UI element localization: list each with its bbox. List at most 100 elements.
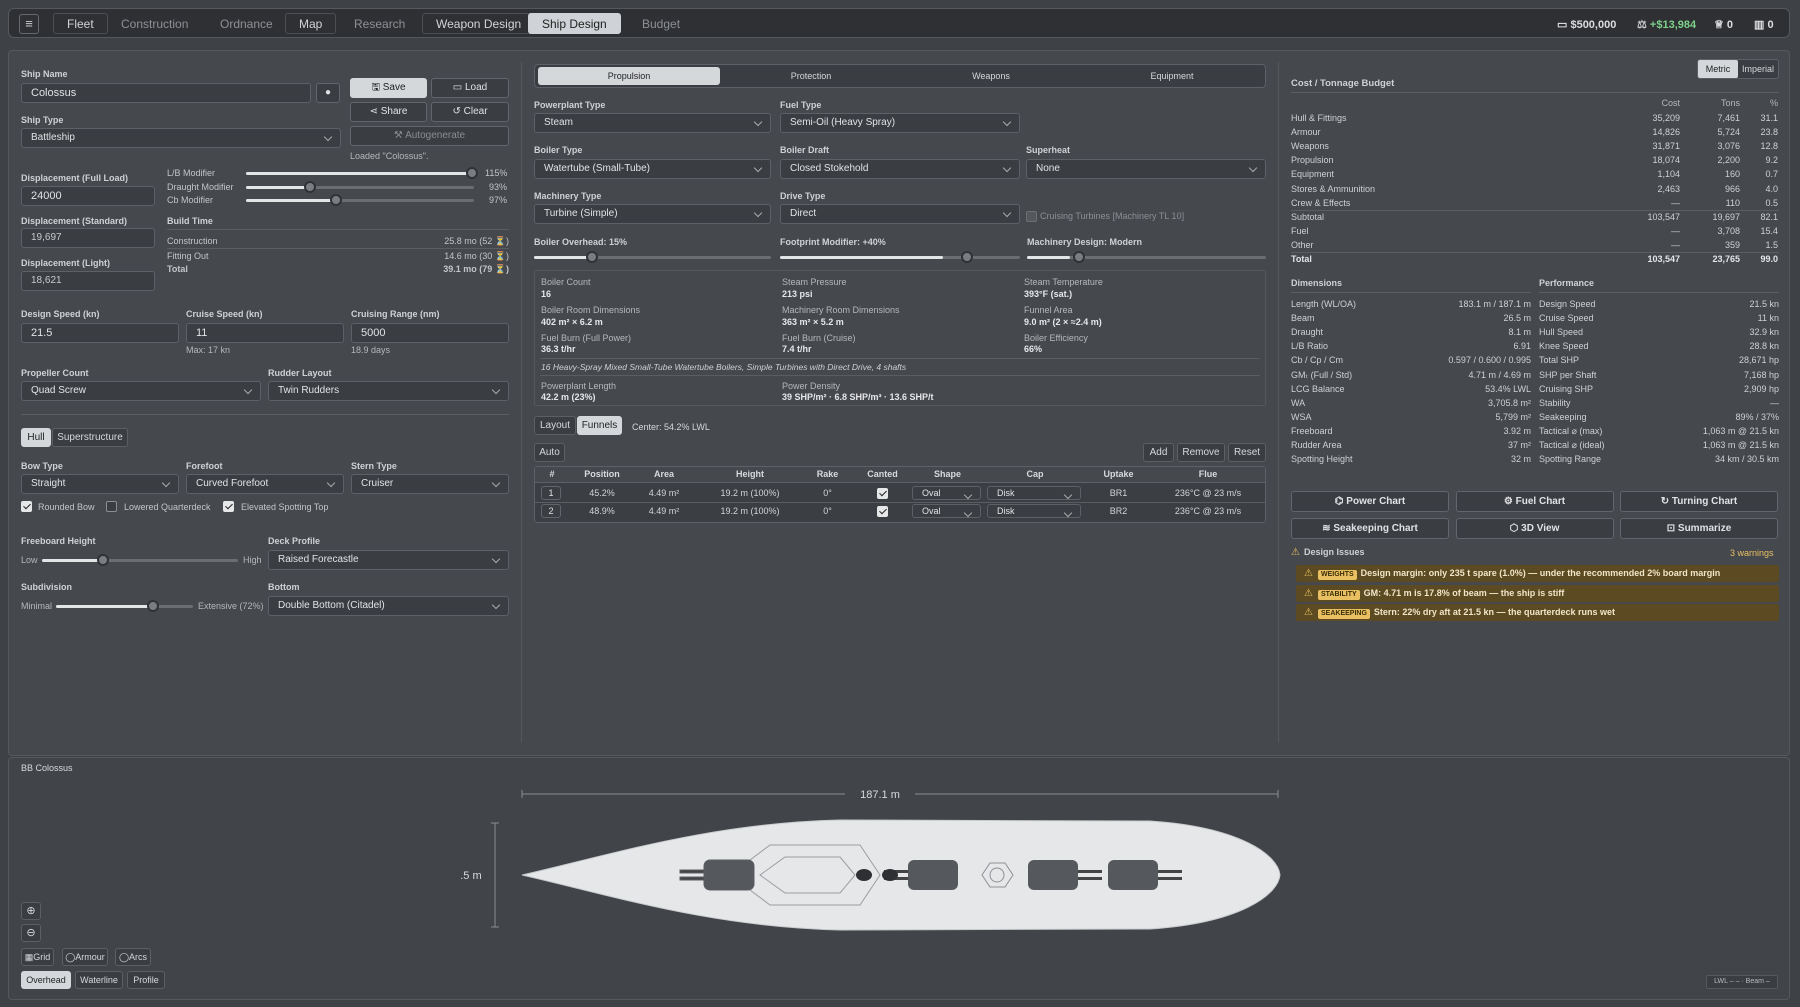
- cap-select[interactable]: Disk: [987, 486, 1081, 500]
- rounded-bow-checkbox[interactable]: [21, 501, 32, 512]
- tab-fleet[interactable]: Fleet: [53, 13, 108, 34]
- boiler-select[interactable]: Watertube (Small-Tube): [534, 159, 771, 179]
- disp-full-input[interactable]: 24000: [21, 186, 155, 206]
- zoom-in-icon[interactable]: ⊕: [21, 902, 41, 920]
- save-icon: 🖫: [371, 82, 383, 93]
- cruising-turbines-checkbox[interactable]: [1026, 211, 1037, 222]
- dimension-value: 26.5 m: [1503, 313, 1531, 324]
- elevated-top-checkbox[interactable]: [223, 501, 234, 512]
- shape-select[interactable]: Oval: [912, 504, 981, 518]
- overhead-slider[interactable]: [534, 251, 771, 263]
- cb-value: 97%: [489, 195, 508, 205]
- tab-weapons[interactable]: Weapons: [900, 67, 1082, 85]
- bottom-select[interactable]: Double Bottom (Citadel): [268, 596, 509, 616]
- reset-button[interactable]: Reset: [1228, 443, 1266, 462]
- imperial-button[interactable]: Imperial: [1738, 60, 1778, 78]
- top-bar: ≡ Fleet Construction Ordnance Map Resear…: [8, 8, 1790, 38]
- save-button[interactable]: 🖫 Save: [350, 78, 427, 98]
- cruise-speed-input[interactable]: 11: [186, 323, 344, 343]
- cap-select[interactable]: Disk: [987, 504, 1081, 518]
- tab-layout[interactable]: Layout: [534, 416, 576, 435]
- superheat-select[interactable]: None: [1026, 159, 1266, 179]
- grid-toggle[interactable]: ▦Grid: [21, 948, 54, 966]
- cb-slider[interactable]: [246, 194, 474, 206]
- tab-budget[interactable]: Budget: [628, 13, 694, 34]
- ship-name-input[interactable]: Colossus: [21, 83, 311, 103]
- lowered-qd-checkbox[interactable]: [106, 501, 117, 512]
- disp-std-label: Displacement (Standard): [21, 216, 128, 226]
- forefoot-select[interactable]: Curved Forefoot: [186, 474, 344, 494]
- tab-superstructure[interactable]: Superstructure: [52, 428, 128, 447]
- dimension-label: Draught: [1291, 327, 1324, 338]
- machinery-design-slider[interactable]: [1027, 251, 1266, 263]
- dimension-value: 0.597 / 0.600 / 0.995: [1448, 355, 1531, 366]
- waterline-view-button[interactable]: Waterline: [75, 971, 123, 989]
- divider: [1291, 252, 1779, 253]
- subdivision-slider[interactable]: [56, 600, 193, 612]
- canted-checkbox[interactable]: [877, 506, 888, 517]
- tab-ordnance[interactable]: Ordnance: [206, 13, 287, 34]
- draft-select[interactable]: Closed Stokehold: [780, 159, 1020, 179]
- shape-select[interactable]: Oval: [912, 486, 981, 500]
- tab-weapon-design[interactable]: Weapon Design: [422, 13, 536, 34]
- deck-select[interactable]: Raised Forecastle: [268, 550, 509, 570]
- budget-row-label: Equipment: [1291, 169, 1335, 180]
- budget-tons: 7,461: [1717, 113, 1740, 123]
- tab-propulsion[interactable]: Propulsion: [538, 67, 720, 85]
- lb-slider[interactable]: [246, 167, 478, 179]
- tab-hull[interactable]: Hull: [21, 428, 51, 447]
- add-button[interactable]: Add: [1143, 443, 1174, 462]
- machinery-select[interactable]: Turbine (Simple): [534, 204, 771, 224]
- randomize-name-button[interactable]: ●: [316, 83, 340, 103]
- bow-select[interactable]: Straight: [21, 474, 179, 494]
- tab-equipment[interactable]: Equipment: [1081, 67, 1263, 85]
- tab-ship-design[interactable]: Ship Design: [528, 13, 621, 34]
- powerplant-select[interactable]: Steam: [534, 113, 771, 133]
- seakeeping-chart-button[interactable]: ≋ Seakeeping Chart: [1291, 518, 1449, 539]
- autogenerate-button[interactable]: ⚒ Autogenerate: [350, 126, 509, 146]
- tab-funnels[interactable]: Funnels: [577, 416, 622, 435]
- freeboard-slider[interactable]: [42, 554, 238, 566]
- boiler-room-value: 402 m² × 6.2 m: [541, 317, 603, 327]
- power-chart-button[interactable]: ⌬ Power Chart: [1291, 491, 1449, 512]
- tab-construction[interactable]: Construction: [107, 13, 202, 34]
- canted-checkbox[interactable]: [877, 488, 888, 499]
- dimension-value: 5,799 m²: [1495, 411, 1531, 422]
- metric-button[interactable]: Metric: [1698, 60, 1738, 78]
- range-input[interactable]: 5000: [351, 323, 509, 343]
- ship-type-select[interactable]: Battleship: [21, 128, 341, 148]
- share-button[interactable]: ⋖ Share: [350, 102, 427, 122]
- fuel-chart-button[interactable]: ⚙ Fuel Chart: [1455, 491, 1614, 512]
- design-speed-input[interactable]: 21.5: [21, 323, 179, 343]
- propeller-select[interactable]: Quad Screw: [21, 381, 261, 401]
- drive-select[interactable]: Direct: [780, 204, 1020, 224]
- rudder-label: Rudder Layout: [268, 368, 332, 378]
- overhead-view-button[interactable]: Overhead: [21, 971, 71, 989]
- summarize-button[interactable]: ⊡ Summarize: [1620, 518, 1778, 539]
- fuel-select[interactable]: Semi-Oil (Heavy Spray): [780, 113, 1020, 133]
- load-button[interactable]: ▭ Load: [431, 78, 509, 98]
- tab-protection[interactable]: Protection: [720, 67, 902, 85]
- table-header-cell: Canted: [867, 469, 898, 479]
- rudder-select[interactable]: Twin Rudders: [268, 381, 509, 401]
- arcs-toggle[interactable]: ◯Arcs: [115, 948, 151, 966]
- armour-toggle[interactable]: ◯Armour: [62, 948, 108, 966]
- zoom-out-icon[interactable]: ⊖: [21, 924, 41, 942]
- tab-research[interactable]: Research: [340, 13, 419, 34]
- turning-chart-button[interactable]: ↻ Turning Chart: [1620, 491, 1778, 512]
- footprint-slider[interactable]: [780, 251, 1020, 263]
- tab-map[interactable]: Map: [285, 13, 337, 34]
- clear-button[interactable]: ↺ Clear: [431, 102, 509, 122]
- pct-header: %: [1769, 98, 1778, 108]
- budget-tons: 359: [1724, 239, 1740, 250]
- 3d-view-button[interactable]: ⬡ 3D View: [1455, 518, 1614, 539]
- steam-temp-value: 393°F (sat.): [1024, 289, 1073, 299]
- ship-type-label: Ship Type: [21, 115, 64, 125]
- auto-button[interactable]: Auto: [534, 443, 565, 462]
- menu-icon[interactable]: ≡: [19, 14, 39, 34]
- dimension-value: 53.4% LWL: [1485, 383, 1531, 394]
- stern-select[interactable]: Cruiser: [351, 474, 509, 494]
- profile-view-button[interactable]: Profile: [127, 971, 165, 989]
- remove-button[interactable]: Remove: [1177, 443, 1225, 462]
- draught-slider[interactable]: [246, 181, 474, 193]
